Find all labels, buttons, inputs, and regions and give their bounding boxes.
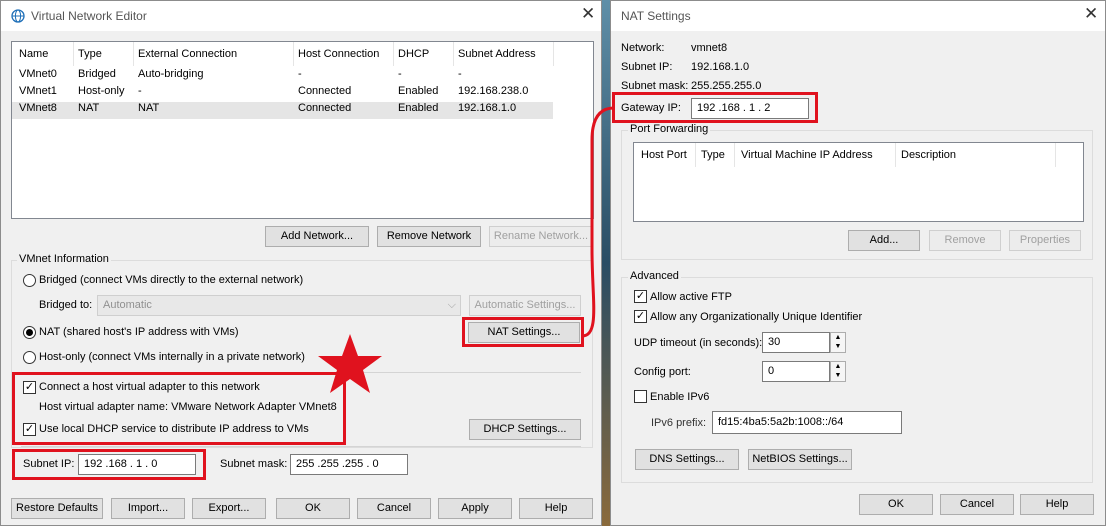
spin-up-icon[interactable]: ▲ xyxy=(831,333,845,342)
col-description[interactable]: Description xyxy=(901,143,956,167)
dhcp-settings-button[interactable]: DHCP Settings... xyxy=(469,419,581,440)
ipv6-prefix-field[interactable]: fd15:4ba5:5a2b:1008::/64 xyxy=(712,411,902,434)
highlight-gateway-ip xyxy=(612,92,818,123)
subnet-mask-value: 255.255.255.0 xyxy=(691,80,762,92)
udp-timeout-stepper[interactable]: ▲ ▼ xyxy=(830,332,846,353)
table-row[interactable]: VMnet8 NAT NAT Connected Enabled 192.168… xyxy=(12,102,553,119)
hostonly-radio-label[interactable]: Host-only (connect VMs internally in a p… xyxy=(39,351,305,363)
spin-down-icon[interactable]: ▼ xyxy=(831,371,845,380)
col-vm-ip[interactable]: Virtual Machine IP Address xyxy=(741,143,873,167)
divider xyxy=(21,446,581,447)
subnet-mask-label: Subnet mask: xyxy=(621,80,689,92)
network-label: Network: xyxy=(621,42,665,54)
title-bar: NAT Settings ✕ xyxy=(611,1,1105,31)
port-forwarding-label: Port Forwarding xyxy=(628,123,711,135)
nat-radio[interactable] xyxy=(23,326,36,339)
close-icon[interactable]: ✕ xyxy=(581,5,595,22)
properties-button[interactable]: Properties xyxy=(1009,230,1081,251)
nat-settings-window: NAT Settings ✕ Network: vmnet8 Subnet IP… xyxy=(610,0,1106,526)
virtual-network-editor-window: Virtual Network Editor ✕ Name Type Exter… xyxy=(0,0,602,526)
table-row[interactable]: VMnet0 Bridged Auto-bridging - - - xyxy=(12,68,553,85)
col-subnet[interactable]: Subnet Address xyxy=(458,42,536,66)
connector-line xyxy=(581,106,615,338)
bridged-to-select[interactable]: Automatic ⌵ xyxy=(97,295,461,316)
port-forwarding-list[interactable]: Host Port Type Virtual Machine IP Addres… xyxy=(633,142,1084,222)
nat-radio-label[interactable]: NAT (shared host's IP address with VMs) xyxy=(39,326,239,338)
subnet-mask-label: Subnet mask: xyxy=(220,458,288,470)
cancel-button[interactable]: Cancel xyxy=(357,498,431,519)
allow-ftp-label[interactable]: Allow active FTP xyxy=(650,291,732,303)
close-icon[interactable]: ✕ xyxy=(1084,5,1098,22)
enable-ipv6-checkbox[interactable] xyxy=(634,390,647,403)
allow-oui-checkbox[interactable]: ✓ xyxy=(634,310,647,323)
dns-settings-button[interactable]: DNS Settings... xyxy=(635,449,739,470)
title-bar: Virtual Network Editor ✕ xyxy=(1,1,601,31)
config-port-label: Config port: xyxy=(634,366,691,378)
bridged-to-label: Bridged to: xyxy=(39,299,93,311)
remove-button[interactable]: Remove xyxy=(929,230,1001,251)
allow-oui-label[interactable]: Allow any Organizationally Unique Identi… xyxy=(650,311,862,323)
col-name[interactable]: Name xyxy=(19,42,48,66)
col-host-port[interactable]: Host Port xyxy=(641,143,687,167)
col-type[interactable]: Type xyxy=(78,42,102,66)
highlight-subnet-ip xyxy=(12,449,206,480)
enable-ipv6-label[interactable]: Enable IPv6 xyxy=(650,391,709,403)
ok-button[interactable]: OK xyxy=(859,494,933,515)
apply-button[interactable]: Apply xyxy=(438,498,512,519)
bridged-radio[interactable] xyxy=(23,274,36,287)
udp-timeout-field[interactable]: 30 xyxy=(762,332,830,353)
config-port-field[interactable]: 0 xyxy=(762,361,830,382)
restore-defaults-button[interactable]: Restore Defaults xyxy=(11,498,103,519)
star-annotation xyxy=(318,334,382,393)
advanced-label: Advanced xyxy=(628,270,681,282)
table-row[interactable]: VMnet1 Host-only - Connected Enabled 192… xyxy=(12,85,553,102)
network-value: vmnet8 xyxy=(691,42,728,54)
globe-icon xyxy=(11,9,25,23)
col-type[interactable]: Type xyxy=(701,143,725,167)
udp-timeout-label: UDP timeout (in seconds): xyxy=(634,337,763,349)
spin-up-icon[interactable]: ▲ xyxy=(831,362,845,371)
chevron-down-icon: ⌵ xyxy=(447,299,456,311)
add-network-button[interactable]: Add Network... xyxy=(265,226,369,247)
col-host[interactable]: Host Connection xyxy=(298,42,379,66)
add-button[interactable]: Add... xyxy=(848,230,920,251)
col-external[interactable]: External Connection xyxy=(138,42,237,66)
bridged-radio-label[interactable]: Bridged (connect VMs directly to the ext… xyxy=(39,274,303,286)
remove-network-button[interactable]: Remove Network xyxy=(377,226,481,247)
import-button[interactable]: Import... xyxy=(111,498,185,519)
cancel-button[interactable]: Cancel xyxy=(940,494,1014,515)
spin-down-icon[interactable]: ▼ xyxy=(831,342,845,351)
netbios-settings-button[interactable]: NetBIOS Settings... xyxy=(748,449,852,470)
ok-button[interactable]: OK xyxy=(276,498,350,519)
highlight-adapter-dhcp xyxy=(12,372,346,445)
highlight-nat-settings xyxy=(462,317,584,347)
hostonly-radio[interactable] xyxy=(23,351,36,364)
col-dhcp[interactable]: DHCP xyxy=(398,42,429,66)
ipv6-prefix-label: IPv6 prefix: xyxy=(651,417,707,429)
vmnet-info-label: VMnet Information xyxy=(17,253,111,265)
window-title: Virtual Network Editor xyxy=(31,9,147,23)
allow-ftp-checkbox[interactable]: ✓ xyxy=(634,290,647,303)
config-port-stepper[interactable]: ▲ ▼ xyxy=(830,361,846,382)
subnet-ip-value: 192.168.1.0 xyxy=(691,61,750,73)
window-title: NAT Settings xyxy=(621,9,691,23)
help-button[interactable]: Help xyxy=(519,498,593,519)
subnet-mask-field[interactable]: 255 .255 .255 . 0 xyxy=(290,454,408,475)
network-list[interactable]: Name Type External Connection Host Conne… xyxy=(11,41,594,219)
help-button[interactable]: Help xyxy=(1020,494,1094,515)
export-button[interactable]: Export... xyxy=(192,498,266,519)
subnet-ip-label: Subnet IP: xyxy=(621,61,673,73)
automatic-settings-button[interactable]: Automatic Settings... xyxy=(469,295,581,316)
